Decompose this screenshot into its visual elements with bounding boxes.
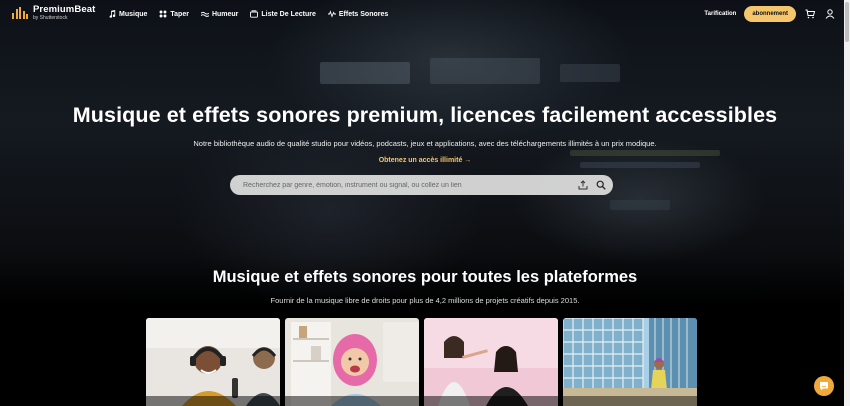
platform-cards xyxy=(146,318,697,406)
platform-card-outdoor[interactable] xyxy=(563,318,697,406)
section-title: Musique et effets sonores pour toutes le… xyxy=(212,268,638,286)
platform-card-creator[interactable] xyxy=(285,318,419,406)
chat-button[interactable] xyxy=(814,376,834,396)
wave-icon xyxy=(200,11,209,17)
nav-item-effets-sonores[interactable]: Effets Sonores xyxy=(327,10,389,18)
unlimited-access-link[interactable]: Obtenez un accès illimité → xyxy=(0,157,850,164)
nav-item-liste-de-lecture[interactable]: Liste De Lecture xyxy=(250,10,316,18)
hero-title: Musique et effets sonores premium, licen… xyxy=(72,103,778,127)
user-icon[interactable] xyxy=(824,8,836,20)
page-scrollbar[interactable] xyxy=(844,0,850,406)
sparkle-icon xyxy=(327,10,336,18)
search-input[interactable] xyxy=(230,175,577,195)
logo-subtitle: by Shutterstock xyxy=(33,14,68,21)
creator-image xyxy=(285,318,419,406)
background-screen xyxy=(560,64,620,82)
beauty-image xyxy=(424,318,558,406)
nav-item-label: Taper xyxy=(170,10,189,18)
nav-item-musique[interactable]: Musique xyxy=(108,10,147,18)
podcast-image xyxy=(146,318,280,406)
logo[interactable]: PremiumBeat by Shutterstock xyxy=(12,5,95,21)
platform-card-podcast[interactable] xyxy=(146,318,280,406)
nav-item-label: Musique xyxy=(119,10,148,18)
background-timeline xyxy=(610,200,670,210)
playlist-icon xyxy=(250,10,259,18)
top-nav: PremiumBeat by Shutterstock Musique Tape… xyxy=(0,0,850,32)
music-note-icon xyxy=(109,10,116,18)
logo-title: PremiumBeat xyxy=(33,4,96,15)
chat-bubble-icon xyxy=(820,382,828,391)
nav-item-humeur[interactable]: Humeur xyxy=(200,10,239,18)
pricing-link[interactable]: Tarification xyxy=(704,11,736,17)
search-icon[interactable] xyxy=(595,179,607,191)
upload-icon[interactable] xyxy=(577,179,589,191)
logo-bars-icon xyxy=(12,6,28,19)
background-screen xyxy=(430,58,540,84)
platform-card-beauty[interactable] xyxy=(424,318,558,406)
background-screen xyxy=(320,62,410,84)
hero-subtitle: Notre bibliothèque audio de qualité stud… xyxy=(193,139,657,148)
nav-item-label: Humeur xyxy=(211,10,239,18)
nav-item-taper[interactable]: Taper xyxy=(159,10,189,18)
grid-icon xyxy=(159,10,167,18)
cart-icon[interactable] xyxy=(804,8,816,20)
nav-item-label: Liste De Lecture xyxy=(261,10,316,18)
section-subtitle: Fournir de la musique libre de droits po… xyxy=(270,296,580,305)
subscribe-button[interactable]: abonnement xyxy=(744,6,796,22)
outdoor-image xyxy=(563,318,697,406)
background-timeline xyxy=(570,150,720,156)
nav-item-label: Effets Sonores xyxy=(338,10,389,18)
scrollbar-thumb[interactable] xyxy=(845,2,849,42)
search-bar xyxy=(230,175,613,195)
